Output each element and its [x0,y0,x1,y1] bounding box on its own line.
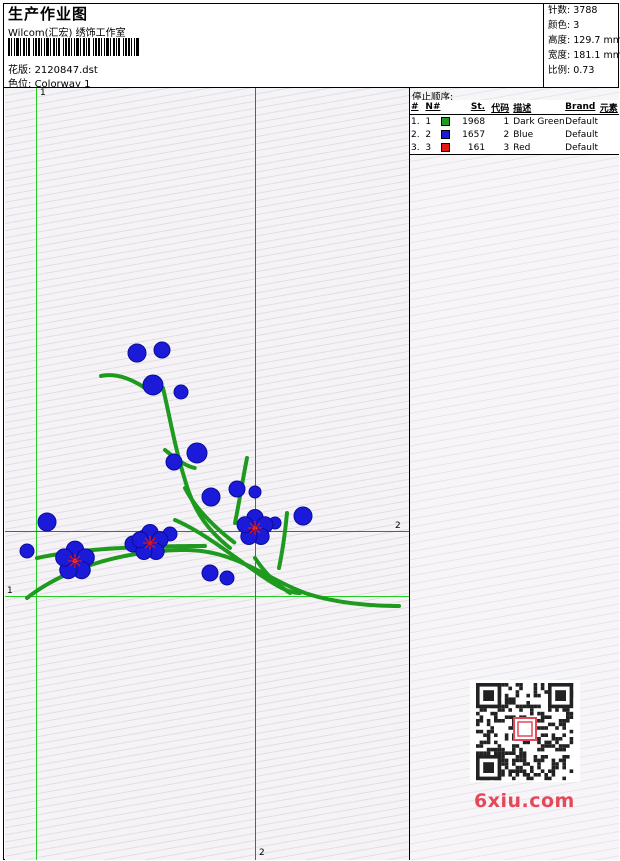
embroidery-design [19,341,402,608]
page-title: 生产作业图 [8,5,89,23]
stop-sequence-panel: 停止顺序: # N# St. 代码 描述 Brand 元素 1. 1 1968 … [410,88,619,860]
studio-subtitle: Wilcom(汇宏) 绣饰工作室 [8,28,126,39]
col-element: 元素 [599,103,618,114]
stat-stitches: 针数: 3788 [548,5,598,16]
stop-table: # N# St. 代码 描述 Brand 元素 1. 1 1968 1 Dark… [410,100,619,155]
col-code: 代码 [491,103,510,114]
barcode-image [8,38,139,56]
stats-panel: 针数: 3788 颜色: 3 高度: 129.7 mm 宽度: 181.1 mm… [543,3,620,87]
design-canvas: 1 1 2 2 [5,88,410,860]
watermark-text: 6xiu.com [474,790,575,812]
stat-width: 宽度: 181.1 mm [548,50,620,61]
stop-table-header: # N# St. 代码 描述 Brand 元素 [410,100,619,115]
stat-colors: 颜色: 3 [548,20,580,31]
col-stitches: St. [470,102,486,112]
col-number: N# [425,102,441,112]
stat-height: 高度: 129.7 mm [548,35,620,46]
stat-scale: 比例: 0.73 [548,65,595,76]
table-row[interactable]: 3. 3 161 3 Red Default [410,141,619,154]
color-swatch [440,130,450,139]
color-swatch [440,143,450,152]
col-index: # [411,102,419,112]
qr-code-image [470,680,580,782]
col-description: 描述 [513,103,532,114]
design-file-line: 花版: 2120847.dst [8,61,98,76]
table-row[interactable]: 2. 2 1657 2 Blue Default [410,128,619,141]
table-row[interactable]: 1. 1 1968 1 Dark Green Default [410,115,619,128]
color-swatch [440,117,450,126]
col-brand: Brand [565,102,596,112]
